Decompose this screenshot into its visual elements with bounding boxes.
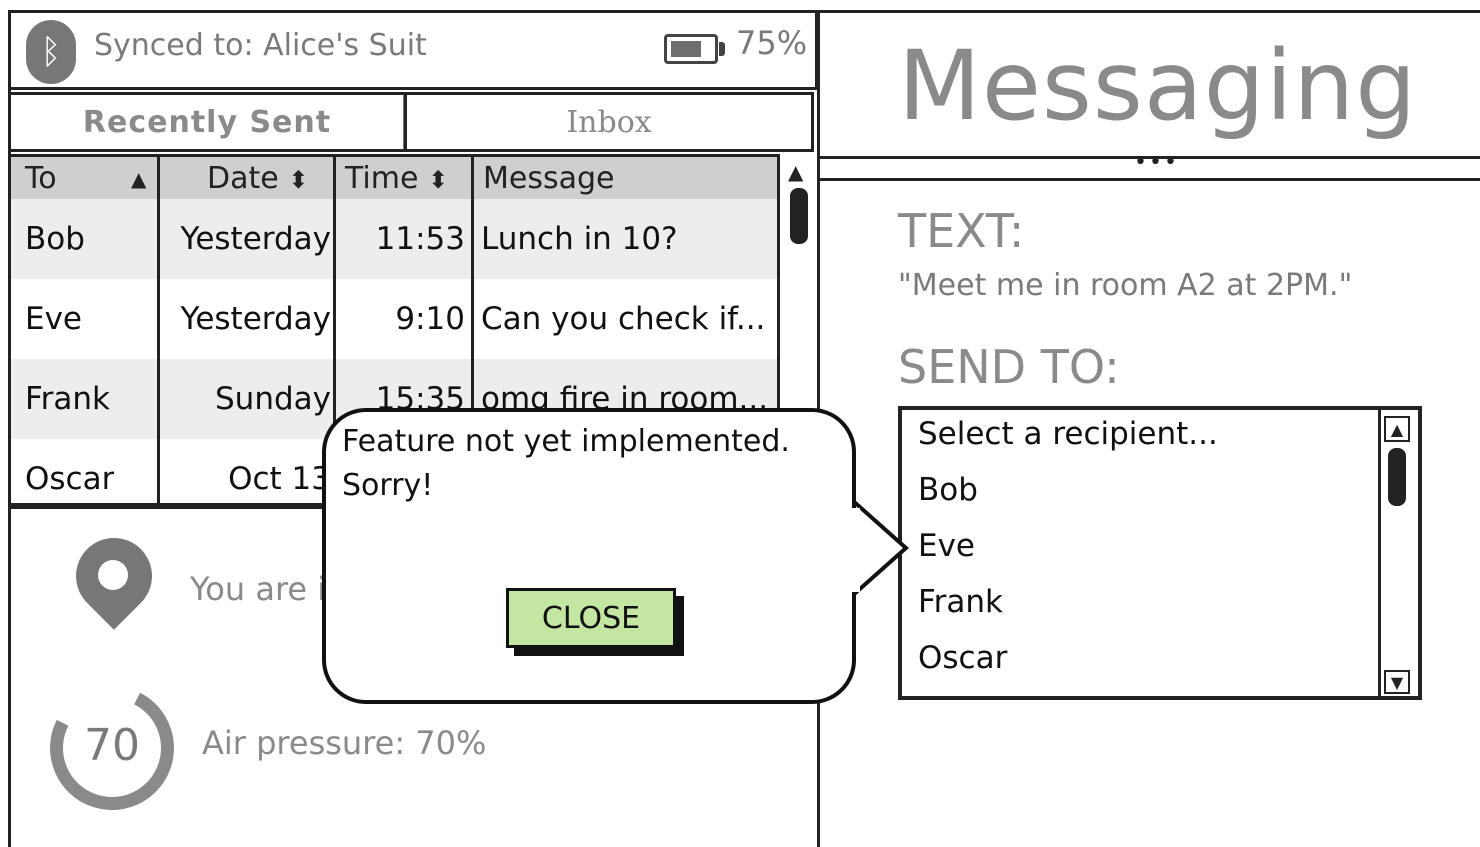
recipient-option[interactable]: Frank bbox=[918, 584, 1003, 620]
battery-cap bbox=[719, 42, 725, 56]
pressure-gauge-value: 70 bbox=[84, 720, 140, 771]
column-header-to[interactable]: To ▲ bbox=[25, 157, 155, 199]
scrollbar-thumb[interactable] bbox=[790, 188, 808, 244]
more-dots-icon[interactable]: ••• bbox=[1134, 150, 1179, 175]
sort-icon: ⬍ bbox=[427, 166, 449, 194]
column-header-message[interactable]: Message bbox=[483, 157, 773, 199]
column-divider bbox=[157, 157, 160, 503]
tab-inbox[interactable]: Inbox bbox=[404, 92, 814, 152]
bluetooth-icon: ᛒ bbox=[26, 20, 76, 84]
callout-pointer-gap bbox=[852, 508, 860, 592]
map-pin-hole bbox=[98, 560, 128, 590]
right-top-border bbox=[818, 10, 1480, 13]
air-pressure-text: Air pressure: 70% bbox=[202, 724, 487, 762]
recipient-option[interactable]: Bob bbox=[918, 472, 978, 508]
scrollbar-thumb[interactable] bbox=[1388, 448, 1406, 506]
recipient-placeholder[interactable]: Select a recipient... bbox=[918, 416, 1218, 452]
recipient-option[interactable]: Eve bbox=[918, 528, 975, 564]
location-text: You are i bbox=[190, 570, 327, 608]
table-row[interactable]: Eve Yesterday 9:10 Can you check if... bbox=[11, 279, 777, 359]
send-to-label: SEND TO: bbox=[898, 340, 1120, 394]
sort-asc-icon: ▲ bbox=[131, 167, 147, 191]
column-header-time[interactable]: Time ⬍ bbox=[345, 157, 475, 199]
title-divider bbox=[818, 178, 1480, 181]
table-row[interactable]: Bob Yesterday 11:53 Lunch in 10? bbox=[11, 199, 777, 279]
scroll-up-arrow-icon[interactable]: ▲ bbox=[1384, 416, 1410, 442]
column-header-date[interactable]: Date ⬍ bbox=[207, 157, 337, 199]
battery-percent: 75% bbox=[736, 24, 808, 62]
close-button[interactable]: CLOSE bbox=[506, 588, 676, 648]
page-title: Messaging bbox=[898, 30, 1418, 142]
battery-level-fill bbox=[671, 41, 701, 57]
sort-icon: ⬍ bbox=[288, 166, 309, 194]
message-text-value: "Meet me in room A2 at 2PM." bbox=[898, 268, 1353, 303]
text-label: TEXT: bbox=[898, 204, 1025, 258]
sync-status-text: Synced to: Alice's Suit bbox=[94, 28, 427, 63]
scroll-down-arrow-icon[interactable]: ▼ bbox=[1384, 670, 1410, 694]
tab-recently-sent[interactable]: Recently Sent bbox=[8, 92, 406, 152]
recipient-option[interactable]: Oscar bbox=[918, 640, 1007, 676]
scroll-up-arrow-icon[interactable]: ▲ bbox=[788, 160, 803, 184]
callout-message: Feature not yet implemented. bbox=[342, 424, 790, 459]
callout-apology: Sorry! bbox=[342, 468, 434, 503]
